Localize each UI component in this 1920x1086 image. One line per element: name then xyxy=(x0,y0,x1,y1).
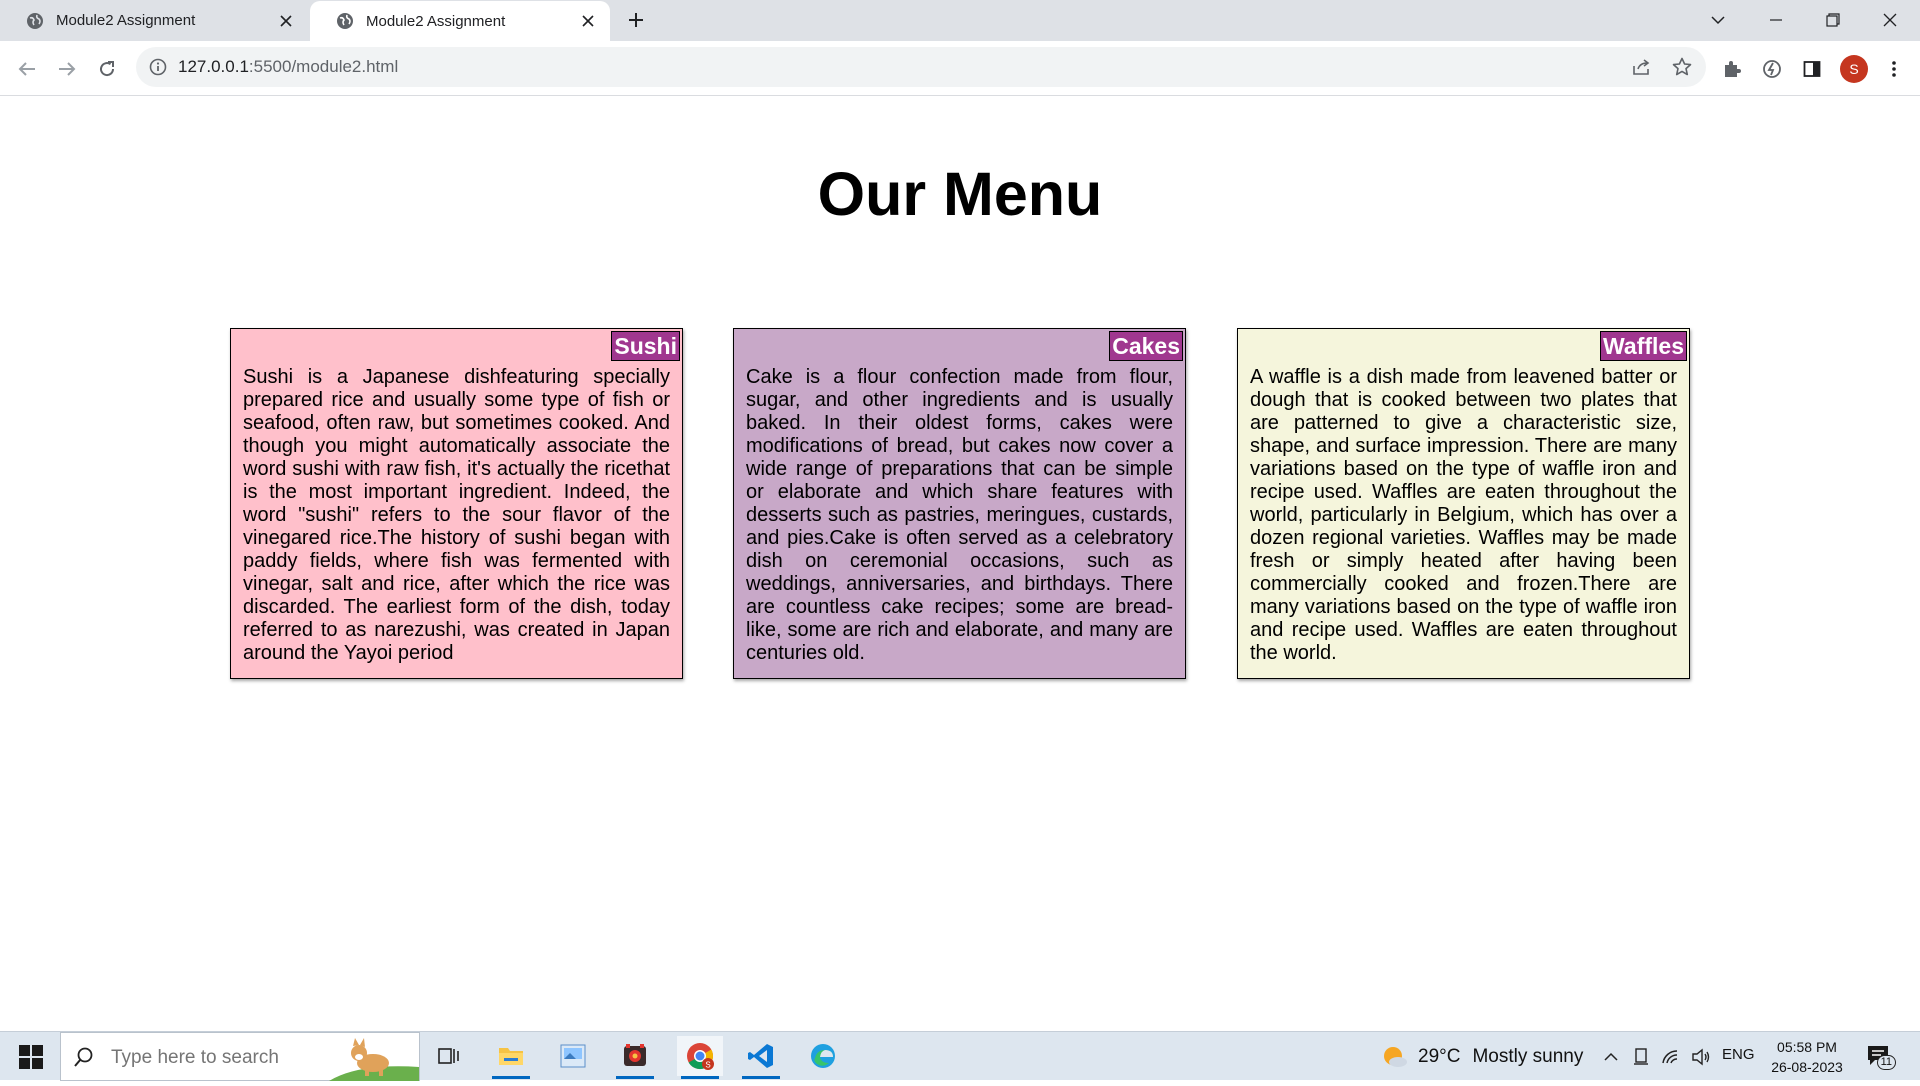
file-explorer-icon xyxy=(499,1048,523,1065)
device-tray-icon[interactable] xyxy=(1630,1046,1652,1068)
chevron-down-icon xyxy=(1711,16,1725,25)
side-panel-button[interactable] xyxy=(1798,55,1826,83)
url-path: :5500/module2.html xyxy=(248,57,399,76)
new-tab-button[interactable] xyxy=(624,8,648,32)
menu-card-cakes: Cakes Cake is a flour confection made fr… xyxy=(733,328,1186,679)
menu-card-waffles: Waffles A waffle is a dish made from lea… xyxy=(1237,328,1690,679)
address-bar[interactable]: 127.0.0.1:5500/module2.html xyxy=(136,47,1706,87)
input-language[interactable]: ENG xyxy=(1722,1046,1755,1063)
media-app-button[interactable] xyxy=(612,1036,658,1079)
show-hidden-icons-button[interactable] xyxy=(1600,1046,1622,1068)
url-text: 127.0.0.1:5500/module2.html xyxy=(178,57,398,77)
taskbar: S 29°C Mostly sunny ENG 05:58 PM 26-08-2… xyxy=(0,1031,1920,1081)
close-icon xyxy=(1883,13,1897,27)
photos-button[interactable] xyxy=(550,1036,596,1076)
taskbar-search[interactable] xyxy=(60,1032,420,1081)
search-highlight-illustration xyxy=(329,1033,419,1081)
arrow-left-icon xyxy=(18,62,35,76)
card-description: A waffle is a dish made from leavened ba… xyxy=(1250,366,1677,664)
weather-widget[interactable]: 29°C Mostly sunny xyxy=(1380,1032,1583,1081)
notification-center-button[interactable]: 11 xyxy=(1866,1044,1896,1070)
restore-button[interactable] xyxy=(1819,6,1847,34)
speedometer-icon xyxy=(1763,60,1781,78)
card-label: Sushi xyxy=(611,331,680,361)
tab-module2-assignment-2[interactable]: Module2 Assignment xyxy=(310,1,610,41)
search-icon xyxy=(73,1046,95,1068)
edge-button[interactable] xyxy=(800,1036,846,1076)
reload-icon xyxy=(100,61,115,77)
vscode-icon xyxy=(748,1044,773,1068)
extensions-button[interactable] xyxy=(1718,55,1746,83)
performance-button[interactable] xyxy=(1758,55,1786,83)
file-explorer-button[interactable] xyxy=(488,1036,534,1079)
edge-icon xyxy=(811,1044,835,1068)
card-label: Cakes xyxy=(1109,331,1183,361)
tab-title: Module2 Assignment xyxy=(56,12,196,29)
partly-sunny-icon xyxy=(1380,1043,1408,1071)
kebab-menu-icon xyxy=(1892,61,1896,77)
windows-logo-icon xyxy=(19,1045,43,1069)
device-icon xyxy=(1634,1048,1648,1065)
back-button[interactable] xyxy=(13,55,41,83)
weather-temperature: 29°C xyxy=(1418,1045,1461,1067)
clock-date: 26-08-2023 xyxy=(1771,1059,1843,1075)
tab-module2-assignment-1[interactable]: Module2 Assignment xyxy=(0,0,308,41)
vscode-button[interactable] xyxy=(738,1036,784,1079)
card-description: Cake is a flour confection made from flo… xyxy=(746,366,1173,664)
chrome-icon: S xyxy=(687,1043,714,1070)
puzzle-icon xyxy=(1725,61,1741,77)
weather-condition: Mostly sunny xyxy=(1472,1045,1584,1067)
volume-tray-icon[interactable] xyxy=(1690,1046,1712,1068)
close-tab-icon[interactable] xyxy=(578,11,598,31)
notification-count: 11 xyxy=(1876,1055,1896,1070)
start-button[interactable] xyxy=(10,1042,52,1072)
share-icon[interactable] xyxy=(1631,56,1653,78)
close-tab-icon[interactable] xyxy=(276,11,296,31)
svg-text:S: S xyxy=(705,1061,710,1070)
chrome-button[interactable]: S xyxy=(677,1036,723,1079)
wifi-icon xyxy=(1662,1050,1678,1064)
site-info-icon[interactable] xyxy=(149,58,167,76)
browser-menu-button[interactable] xyxy=(1880,55,1908,83)
network-tray-icon[interactable] xyxy=(1660,1046,1682,1068)
arrow-right-icon xyxy=(59,62,76,76)
globe-icon xyxy=(336,12,354,30)
menu-card-sushi: Sushi Sushi is a Japanese dishfeaturing … xyxy=(230,328,683,679)
globe-icon xyxy=(26,12,44,30)
task-view-button[interactable] xyxy=(426,1036,472,1076)
taskbar-clock[interactable]: 05:58 PM 26-08-2023 xyxy=(1768,1037,1846,1077)
minimize-button[interactable] xyxy=(1762,6,1790,34)
chevron-up-icon xyxy=(1604,1052,1618,1061)
speaker-icon xyxy=(1692,1048,1710,1066)
close-window-button[interactable] xyxy=(1876,6,1904,34)
tab-title: Module2 Assignment xyxy=(366,12,506,30)
tab-search-button[interactable] xyxy=(1704,6,1732,34)
task-view-icon xyxy=(438,1048,459,1064)
bookmark-star-icon[interactable] xyxy=(1671,56,1693,78)
search-input[interactable] xyxy=(109,1043,333,1073)
restore-icon xyxy=(1826,13,1840,27)
card-label: Waffles xyxy=(1600,331,1687,361)
url-host: 127.0.0.1 xyxy=(178,57,249,76)
page-title: Our Menu xyxy=(817,160,1103,228)
clock-time: 05:58 PM xyxy=(1777,1039,1837,1055)
browser-toolbar: 127.0.0.1:5500/module2.html S xyxy=(0,41,1920,96)
side-panel-icon xyxy=(1803,61,1821,77)
profile-avatar[interactable]: S xyxy=(1840,55,1868,83)
minimize-icon xyxy=(1770,19,1782,21)
card-description: Sushi is a Japanese dishfeaturing specia… xyxy=(243,366,670,664)
forward-button[interactable] xyxy=(53,55,81,83)
reload-button[interactable] xyxy=(93,55,121,83)
photos-icon xyxy=(560,1044,586,1068)
browser-tab-strip: Module2 Assignment Module2 Assignment xyxy=(0,0,1920,41)
plus-icon xyxy=(629,13,643,27)
media-app-icon xyxy=(624,1044,646,1066)
